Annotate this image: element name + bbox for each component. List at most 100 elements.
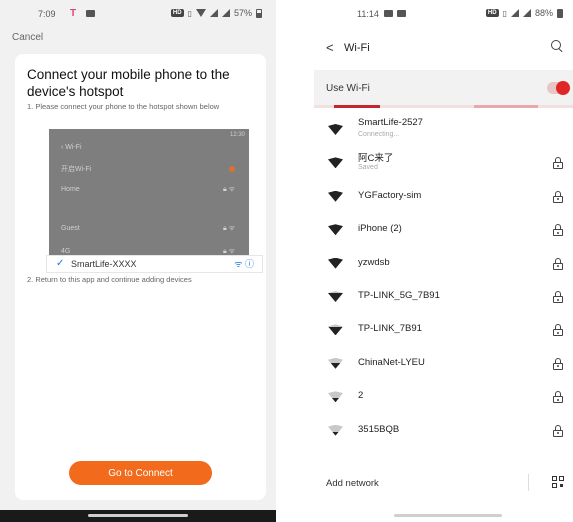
wifi-settings-screen: 11:14 HD ▯ 88% < Wi-Fi Use Wi-Fi SmartLi…	[314, 0, 573, 522]
wifi-signal-icon	[328, 391, 343, 403]
network-row[interactable]: SmartLife-2527 Connecting...	[314, 113, 573, 146]
network-row[interactable]: YGFactory-sim	[314, 180, 573, 213]
vibrate-icon: ▯	[187, 8, 192, 18]
network-name: 2	[358, 390, 364, 402]
network-name: ChinaNet-LYEU	[358, 356, 425, 368]
lock-icon	[553, 190, 563, 203]
search-icon[interactable]	[551, 40, 563, 52]
step-1-text: 1. Please connect your phone to the hots…	[27, 102, 220, 111]
hd-badge: HD	[485, 9, 499, 17]
lock-icon	[553, 424, 563, 437]
add-network-row[interactable]: Add network	[314, 466, 573, 500]
page-title: Connect your mobile phone to the device'…	[27, 67, 230, 99]
wifi-signal-icon	[328, 424, 343, 436]
lock-icon	[553, 257, 563, 270]
toggle-knob	[556, 81, 570, 95]
wifi-signal-icon	[328, 291, 343, 302]
cancel-button[interactable]: Cancel	[12, 32, 43, 43]
mock-wifi-header: ‹ Wi-Fi	[49, 138, 249, 157]
network-row[interactable]: 2	[314, 380, 573, 413]
progress-segment	[474, 105, 538, 108]
network-name: TP-LINK_7B91	[358, 323, 422, 335]
vibrate-icon: ▯	[502, 8, 507, 18]
wifi-status-icon	[195, 9, 206, 17]
network-row[interactable]: 阿C来了 Saved	[314, 146, 573, 179]
image-notification-icon	[397, 10, 406, 17]
network-row[interactable]: yzwdsb	[314, 247, 573, 280]
progress-segment	[334, 105, 380, 108]
step-2-text: 2. Return to this app and continue addin…	[27, 275, 192, 284]
home-gesture-pill[interactable]	[88, 514, 188, 517]
wifi-signal-icon	[328, 324, 343, 336]
image-notification-icon	[384, 10, 393, 17]
network-row[interactable]: iPhone (2)	[314, 213, 573, 246]
signal-icon	[209, 9, 218, 17]
lock-icon	[553, 357, 563, 370]
network-row[interactable]: TP-LINK_5G_7B91	[314, 280, 573, 313]
status-right: HD ▯ 57%	[170, 8, 262, 18]
scanning-progress-bar	[314, 105, 573, 108]
network-name: 阿C来了	[358, 153, 394, 165]
status-bar: 7:09 T HD ▯ 57%	[0, 0, 276, 26]
hotspot-name: SmartLife-XXXX	[71, 259, 137, 269]
battery-icon	[256, 8, 262, 18]
back-button[interactable]: <	[326, 40, 334, 55]
network-name: iPhone (2)	[358, 223, 402, 235]
highlighted-hotspot-row: ✓ SmartLife-XXXX ᯤ ⓘ	[46, 255, 263, 273]
status-right: HD ▯ 88%	[485, 8, 563, 18]
wifi-settings-illustration: 12:30 ‹ Wi-Fi 开启Wi-Fi Home 🔒︎ ᯤ Guest 🔒︎…	[49, 129, 249, 266]
notification-t-icon: T	[70, 8, 77, 19]
mock-wifi-toggle-row: 开启Wi-Fi	[49, 160, 249, 179]
lock-icon	[553, 324, 563, 337]
battery-percent: 57%	[233, 8, 252, 18]
qr-code-scan-icon[interactable]	[552, 476, 564, 488]
app-bar: < Wi-Fi	[314, 34, 573, 60]
battery-percent: 88%	[534, 8, 553, 18]
status-bar: 11:14 HD ▯ 88%	[314, 0, 573, 26]
wifi-signal-icon	[328, 257, 343, 269]
lock-icon	[553, 157, 563, 170]
status-time: 7:09	[38, 9, 56, 19]
network-row[interactable]: ChinaNet-LYEU	[314, 347, 573, 380]
network-status: Connecting...	[358, 131, 400, 138]
home-gesture-pill[interactable]	[394, 514, 502, 517]
wifi-signal-icon	[328, 357, 343, 369]
network-name: YGFactory-sim	[358, 189, 422, 201]
image-notification-icon	[86, 10, 95, 17]
mock-toggle-dot	[229, 166, 235, 172]
use-wifi-label: Use Wi-Fi	[326, 83, 370, 94]
wifi-info-icon: ᯤ ⓘ	[234, 259, 254, 269]
network-row[interactable]: TP-LINK_7B91	[314, 313, 573, 346]
check-icon: ✓	[56, 258, 65, 269]
signal-icon-2	[221, 9, 230, 17]
mock-lock-wifi-icons: 🔒︎ ᯤ	[222, 186, 235, 193]
network-name: 3515BQB	[358, 423, 400, 435]
mock-network-row: Guest 🔒︎ ᯤ	[49, 219, 249, 238]
mock-network-name: Guest	[61, 225, 80, 232]
network-name: TP-LINK_5G_7B91	[358, 290, 440, 301]
signal-icon	[510, 9, 519, 17]
lock-icon	[553, 224, 563, 237]
mock-network-row: Home 🔒︎ ᯤ	[49, 180, 249, 199]
divider	[528, 474, 529, 491]
mock-wifi-title: Wi-Fi	[65, 144, 82, 151]
network-status: Saved	[358, 164, 378, 172]
network-name: SmartLife-2527	[358, 117, 423, 128]
battery-icon	[557, 8, 563, 18]
lock-icon	[553, 391, 563, 404]
hotspot-guide-screen: 7:09 T HD ▯ 57% Cancel Connect your mobi…	[0, 0, 276, 522]
instruction-card: Connect your mobile phone to the device'…	[15, 54, 266, 500]
use-wifi-row[interactable]: Use Wi-Fi	[314, 70, 573, 108]
wifi-signal-icon	[328, 124, 343, 135]
page-title: Wi-Fi	[344, 42, 370, 54]
lock-icon	[553, 291, 563, 303]
mock-network-name: 4G	[61, 248, 71, 255]
wifi-signal-icon	[328, 190, 343, 202]
use-wifi-toggle[interactable]	[547, 81, 570, 95]
network-row[interactable]: 3515BQB	[314, 414, 573, 447]
wifi-signal-icon	[328, 157, 343, 169]
wifi-signal-icon	[328, 224, 343, 236]
signal-icon-2	[522, 9, 531, 17]
navigation-bar	[0, 510, 276, 522]
go-to-connect-button[interactable]: Go to Connect	[69, 461, 212, 485]
